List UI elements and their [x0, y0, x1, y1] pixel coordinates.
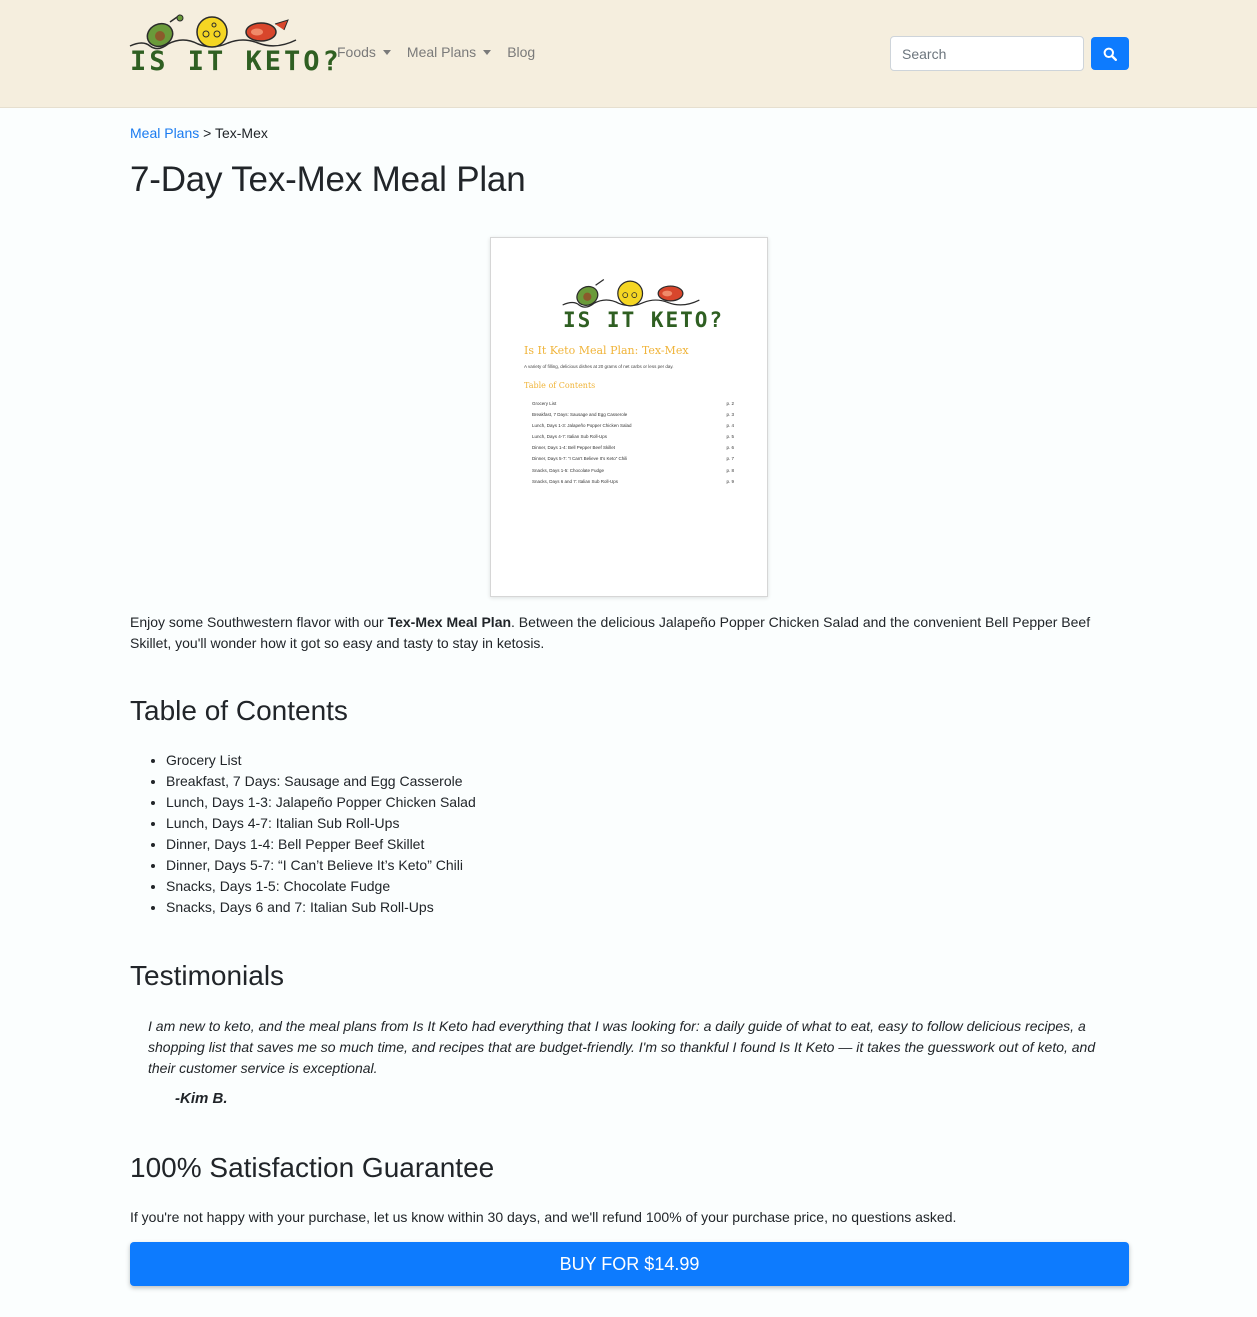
nav-meal-plans-label: Meal Plans: [406, 44, 477, 60]
cover-subtitle: A variety of filling, delicious dishes a…: [524, 364, 674, 369]
cover-toc-row: Grocery List p. 2: [532, 401, 734, 406]
buy-button[interactable]: BUY FOR $14.99: [130, 1242, 1129, 1286]
testimonial-author: -Kim B.: [175, 1090, 228, 1107]
list-item: Dinner, Days 5-7: “I Can’t Believe It’s …: [166, 855, 476, 876]
list-item: Snacks, Days 6 and 7: Italian Sub Roll-U…: [166, 897, 476, 918]
caret-down-icon: [382, 49, 391, 55]
guarantee-heading: 100% Satisfaction Guarantee: [130, 1152, 495, 1183]
nav-foods-label: Foods: [337, 44, 376, 60]
search-icon: [1103, 47, 1117, 61]
cover-logo-text: IS IT KETO?: [563, 308, 725, 332]
testimonials-heading: Testimonials: [130, 960, 285, 991]
list-item: Grocery List: [166, 750, 476, 771]
list-item: Snacks, Days 1-5: Chocolate Fudge: [166, 876, 476, 897]
cover-toc-row: Dinner, Days 5-7: “I Can't Believe It's …: [532, 456, 734, 462]
toc-list: Grocery List Breakfast, 7 Days: Sausage …: [166, 750, 476, 918]
testimonial-quote: I am new to keto, and the meal plans fro…: [148, 1018, 1096, 1076]
search-button[interactable]: [1091, 37, 1129, 70]
cover-toc-heading: Table of Contents: [524, 381, 596, 390]
list-item: Lunch, Days 4-7: Italian Sub Roll-Ups: [166, 813, 476, 834]
toc-heading: Table of Contents: [130, 695, 348, 726]
intro-paragraph: Enjoy some Southwestern flavor with our …: [130, 614, 1091, 651]
cover-toc-row: Breakfast, 7 Days: Sausage and Egg Casse…: [532, 412, 734, 418]
list-item: Lunch, Days 1-3: Jalapeño Popper Chicken…: [166, 792, 476, 813]
main-nav: Foods Meal Plans Blog: [337, 44, 551, 60]
search-input[interactable]: [890, 36, 1084, 71]
breadcrumb-separator: >: [203, 125, 212, 141]
breadcrumb: Meal Plans > Tex-Mex: [130, 125, 268, 141]
cover-toc-row: Snacks, Days 1-5: Chocolate Fudge p. 8: [532, 467, 734, 473]
nav-blog-link[interactable]: Blog: [507, 44, 535, 60]
cover-title: Is It Keto Meal Plan: Tex-Mex: [524, 344, 689, 357]
page-title: 7-Day Tex-Mex Meal Plan: [130, 160, 526, 199]
meal-plan-cover-image: IS IT KETO? Is It Keto Meal Plan: Tex-Me…: [490, 237, 768, 597]
top-navbar: IS IT KETO? Foods Meal Plans Blog: [0, 0, 1257, 108]
nav-foods-dropdown[interactable]: Foods: [337, 44, 391, 60]
caret-down-icon: [483, 49, 492, 55]
cover-toc-row: Snacks, Days 6 and 7: Italian Sub Roll-U…: [532, 478, 734, 484]
cover-toc-row: Lunch, Days 1-3: Jalapeño Popper Chicken…: [532, 423, 734, 429]
intro-bold: Tex-Mex Meal Plan: [387, 614, 512, 630]
cover-toc-row: Dinner, Days 1-4: Bell Pepper Beef Skill…: [532, 445, 734, 451]
cover-toc-list: Grocery List p. 2 Breakfast, 7 Days: Saus…: [532, 398, 734, 487]
nav-meal-plans-dropdown[interactable]: Meal Plans: [406, 44, 492, 60]
breadcrumb-meal-plans-link[interactable]: Meal Plans: [130, 125, 199, 141]
nav-blog-label: Blog: [507, 44, 536, 60]
breadcrumb-current: Tex-Mex: [214, 125, 268, 141]
logo-text: IS IT KETO?: [130, 46, 342, 77]
list-item: Breakfast, 7 Days: Sausage and Egg Casse…: [166, 771, 476, 792]
list-item: Dinner, Days 1-4: Bell Pepper Beef Skill…: [166, 834, 476, 855]
guarantee-text: If you're not happy with your purchase, …: [130, 1209, 957, 1225]
cover-toc-row: Lunch, Days 4-7: Italian Sub Roll-Ups p. …: [532, 434, 734, 440]
